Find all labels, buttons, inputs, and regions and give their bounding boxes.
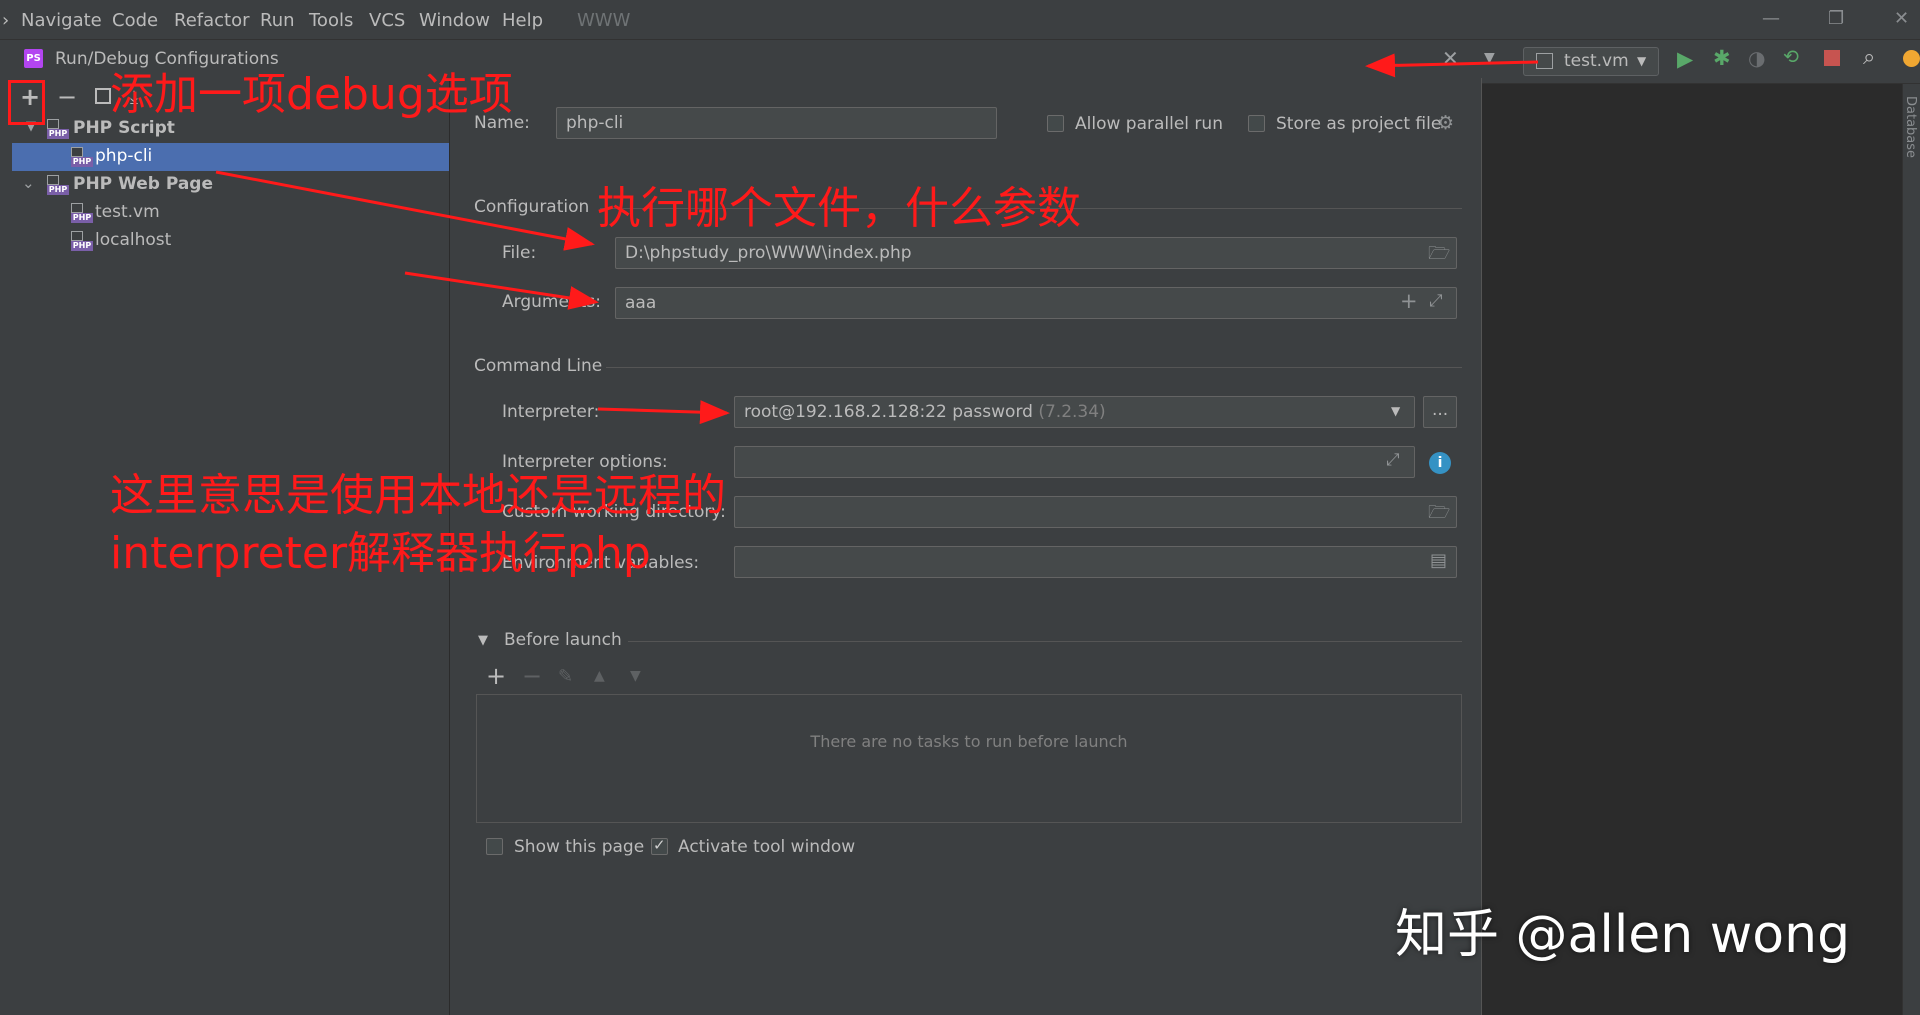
arrow-to-interpreter	[597, 400, 730, 425]
arrow-to-close	[1365, 53, 1539, 78]
arrow-to-arguments	[404, 271, 599, 310]
arrow-to-file	[215, 170, 595, 251]
watermark: 知乎 @allen wong	[1395, 905, 1851, 965]
annotation-arrows	[215, 53, 1539, 425]
